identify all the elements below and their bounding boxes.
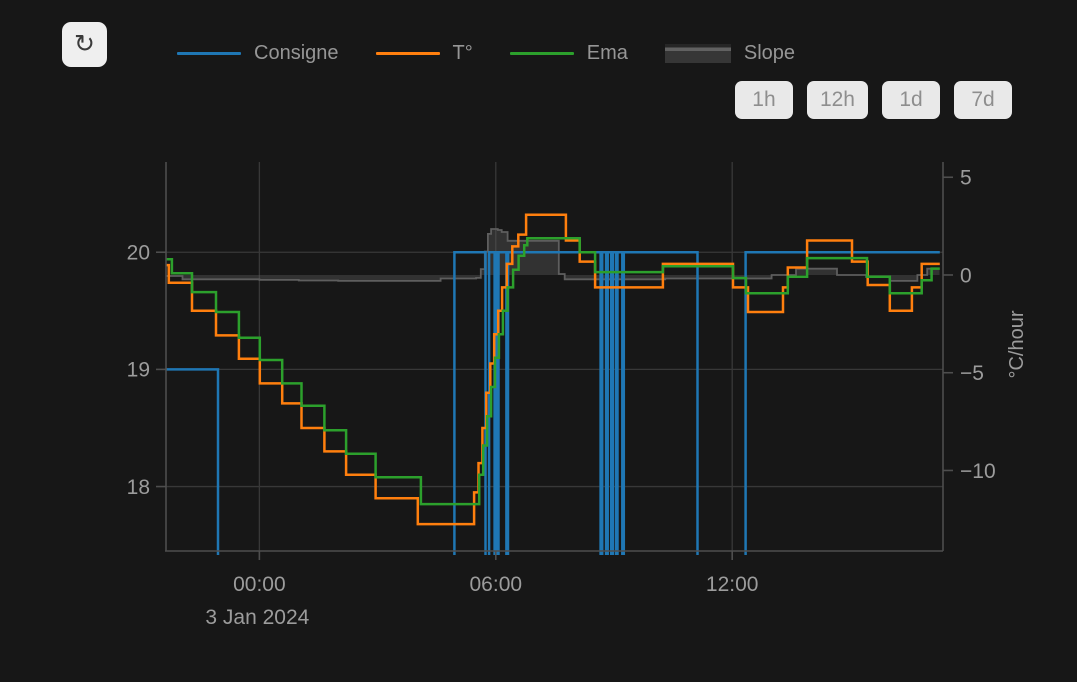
y-right-tick-label: −10 (960, 460, 996, 483)
y-right-axis-title: °C/hour (1006, 310, 1028, 378)
y-left-tick-label: 20 (127, 242, 150, 265)
x-tick-label: 00:00 (233, 573, 286, 596)
dashboard: ↻ Consigne T° Ema Slope 1h 12h 1d 7d 201… (0, 0, 1077, 682)
x-tick-label: 12:00 (706, 573, 759, 596)
gridlines (166, 162, 943, 551)
temperature-chart[interactable]: 20 19 18 5 0 −5 −10 00:00 06:00 12:00 3 Jan 2024 °C… (0, 0, 1077, 682)
x-tick-label: 06:00 (470, 573, 523, 596)
series-consigne (166, 252, 940, 580)
x-axis-date-label: 3 Jan 2024 (205, 606, 309, 629)
y-left-tick-label: 18 (127, 476, 150, 499)
y-left-tick-label: 19 (127, 359, 150, 382)
y-right-tick-label: −5 (960, 362, 984, 385)
y-right-tick-label: 0 (960, 264, 972, 287)
series-slope (166, 229, 940, 281)
y-right-tick-label: 5 (960, 167, 972, 190)
